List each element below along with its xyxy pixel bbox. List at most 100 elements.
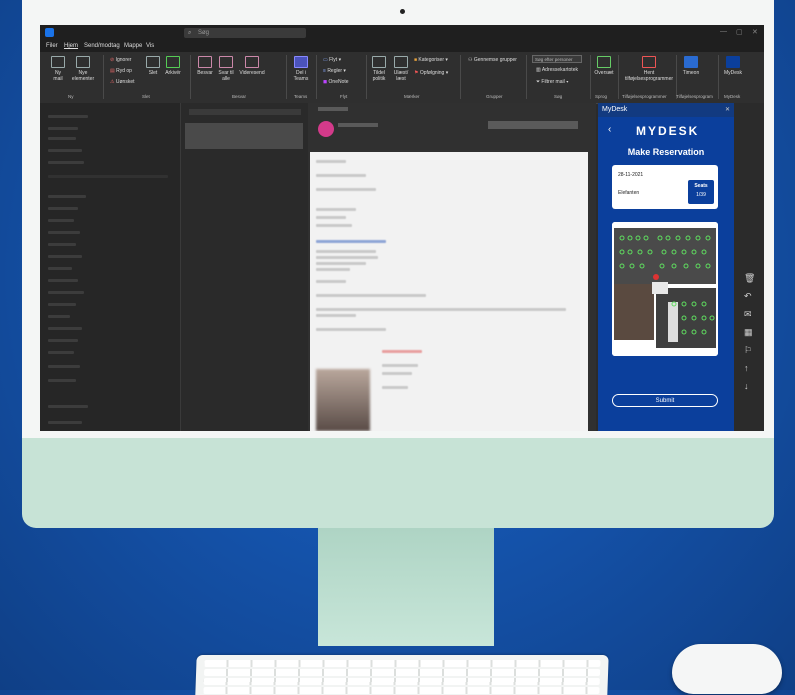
message-list[interactable] [180,103,309,431]
browse-groups-button[interactable]: ⚇ Gennemse grupper [468,57,517,63]
group-new: Ny [68,94,74,99]
search-people-input[interactable]: Søg efter personer [532,55,582,63]
search-icon: ⌕ [188,30,192,36]
reply-button[interactable]: Besvar [196,56,214,76]
reply-all-icon [219,56,233,68]
menu-view[interactable]: Vis [146,43,154,49]
new-items-icon [76,56,90,68]
envelope-open-icon [394,56,408,68]
group-groups: Grupper [486,94,503,99]
group-language: Sprog [595,94,608,99]
submit-button[interactable]: Submit [612,394,718,407]
onenote-button[interactable]: ◼ OneNote [323,79,349,85]
mydesk-icon [726,56,740,68]
signature-photo [316,369,370,431]
folder-pane[interactable] [40,103,180,431]
share-teams-button[interactable]: Del i Teams [292,56,310,82]
selected-message-row[interactable] [185,123,303,149]
arrow-up-icon[interactable]: ↑ [744,363,749,373]
junk-button[interactable]: ⚠ Uønsket [110,79,135,85]
archive-button[interactable]: Arkivér [164,56,182,76]
seats-badge: Seats 1/39 [688,180,714,204]
mydesk-pane: MyDesk ✕ ‹ MYDESK Make Reservation 28-11… [598,103,734,431]
mail-icon[interactable]: ✉ [744,309,752,320]
menu-folder[interactable]: Mappe [124,43,142,49]
reply-icon [198,56,212,68]
seats-value: 1/39 [696,192,706,198]
get-addins-button[interactable]: Hent tilføjelsesprogrammer [624,56,674,82]
side-action-bar: 🗑 ↶ ✉ ▦ ⚐ ↑ ↓ [734,103,764,431]
close-icon[interactable]: ✕ [752,28,758,36]
reply-icon[interactable]: ↶ [744,291,752,302]
teams-icon [294,56,308,68]
ignore-button[interactable]: ⊘ Ignorer [110,57,131,63]
mydesk-button[interactable]: MyDesk [722,56,744,76]
arrow-down-icon[interactable]: ↓ [744,381,749,391]
trash-icon[interactable]: 🗑 [744,273,755,284]
mydesk-pane-header: MyDesk [598,103,734,117]
menu-file[interactable]: Filer [46,43,58,49]
menu-bar: Filer Hjem Send/modtag Mappe Vis [40,41,764,52]
back-icon[interactable]: ‹ [608,124,611,135]
ribbon: Ny mail Nye elementer Ny ⊘ Ignorer ▤ Ryd… [40,52,764,104]
group-addins: Tilføjelsesprogrammer [622,94,667,99]
mydesk-logo: MYDESK [636,124,700,138]
group-teams: Teams [294,94,308,99]
translate-icon [597,56,611,68]
page-title: Make Reservation [627,147,705,157]
categorize-button[interactable]: ■ Kategoriser ▾ [414,57,448,63]
trash-icon [146,56,160,68]
search-input[interactable]: ⌕ Søg [184,28,306,38]
reply-all-button[interactable]: Svar til alle [217,56,235,82]
rules-button[interactable]: ≡ Regler ▾ [323,68,346,74]
seats-label: Seats [694,183,708,189]
calendar-icon[interactable]: ▦ [744,327,753,338]
move-button[interactable]: ▭ Flyt ▾ [323,57,341,63]
policy-icon [372,56,386,68]
menu-send-receive[interactable]: Send/modtag [84,43,120,49]
reservation-card: 28-11-2021 Elefanten Seats 1/39 [612,165,718,209]
assign-policy-button[interactable]: Tildel politik [370,56,388,82]
room-name: Elefanten [618,190,640,196]
reservation-date[interactable]: 28-11-2021 [618,172,643,178]
address-book-button[interactable]: ▥ Adressekartotek [536,67,578,73]
floor-plan[interactable] [612,222,718,356]
keyboard [195,655,609,695]
group-addin: Tilføjelsesprogram [676,94,713,99]
search-placeholder: Søg [198,30,210,36]
floor-plan-map[interactable] [612,222,718,356]
unread-read-button[interactable]: Ulæst/ læst [392,56,410,82]
addins-icon [642,56,656,68]
timeon-button[interactable]: Timeon [680,56,702,76]
group-reply: Besvar [232,94,247,99]
clean-up-button[interactable]: ▤ Ryd op [110,68,132,74]
follow-up-button[interactable]: ⚑ Opfølgning ▾ [414,70,448,76]
new-mail-button[interactable]: Ny mail [50,56,66,82]
new-items-button[interactable]: Nye elementer [70,56,96,82]
camera [400,9,405,14]
flag-icon[interactable]: ⚐ [744,345,752,356]
filter-mail-button[interactable]: ⏷ Filtrer mail ▾ [536,79,569,85]
archive-icon [166,56,180,68]
mouse [672,644,782,694]
group-delete: Slet [142,94,150,99]
timeon-icon [684,56,698,68]
close-icon[interactable]: ✕ [725,103,730,117]
group-mydesk: MyDesk [724,94,741,99]
forward-button[interactable]: Videresend [239,56,265,76]
mydesk-pane-title: MyDesk [602,106,628,113]
monitor-stand [318,528,494,646]
outlook-logo-icon [45,28,54,37]
minimize-icon[interactable]: — [720,28,727,35]
avatar [318,121,334,137]
title-bar: ⌕ Søg — ▢ ✕ [40,25,764,41]
delete-button[interactable]: Slet [146,56,160,76]
translate-button[interactable]: Oversæt [594,56,614,76]
group-tags: Mærker [404,94,420,99]
maximize-icon[interactable]: ▢ [736,28,743,36]
menu-home[interactable]: Hjem [64,43,78,49]
forward-icon [245,56,259,68]
group-search: Søg [554,94,563,99]
screen: ⌕ Søg — ▢ ✕ Filer Hjem Send/modtag Mappe… [40,25,764,431]
group-move: Flyt [340,94,348,99]
